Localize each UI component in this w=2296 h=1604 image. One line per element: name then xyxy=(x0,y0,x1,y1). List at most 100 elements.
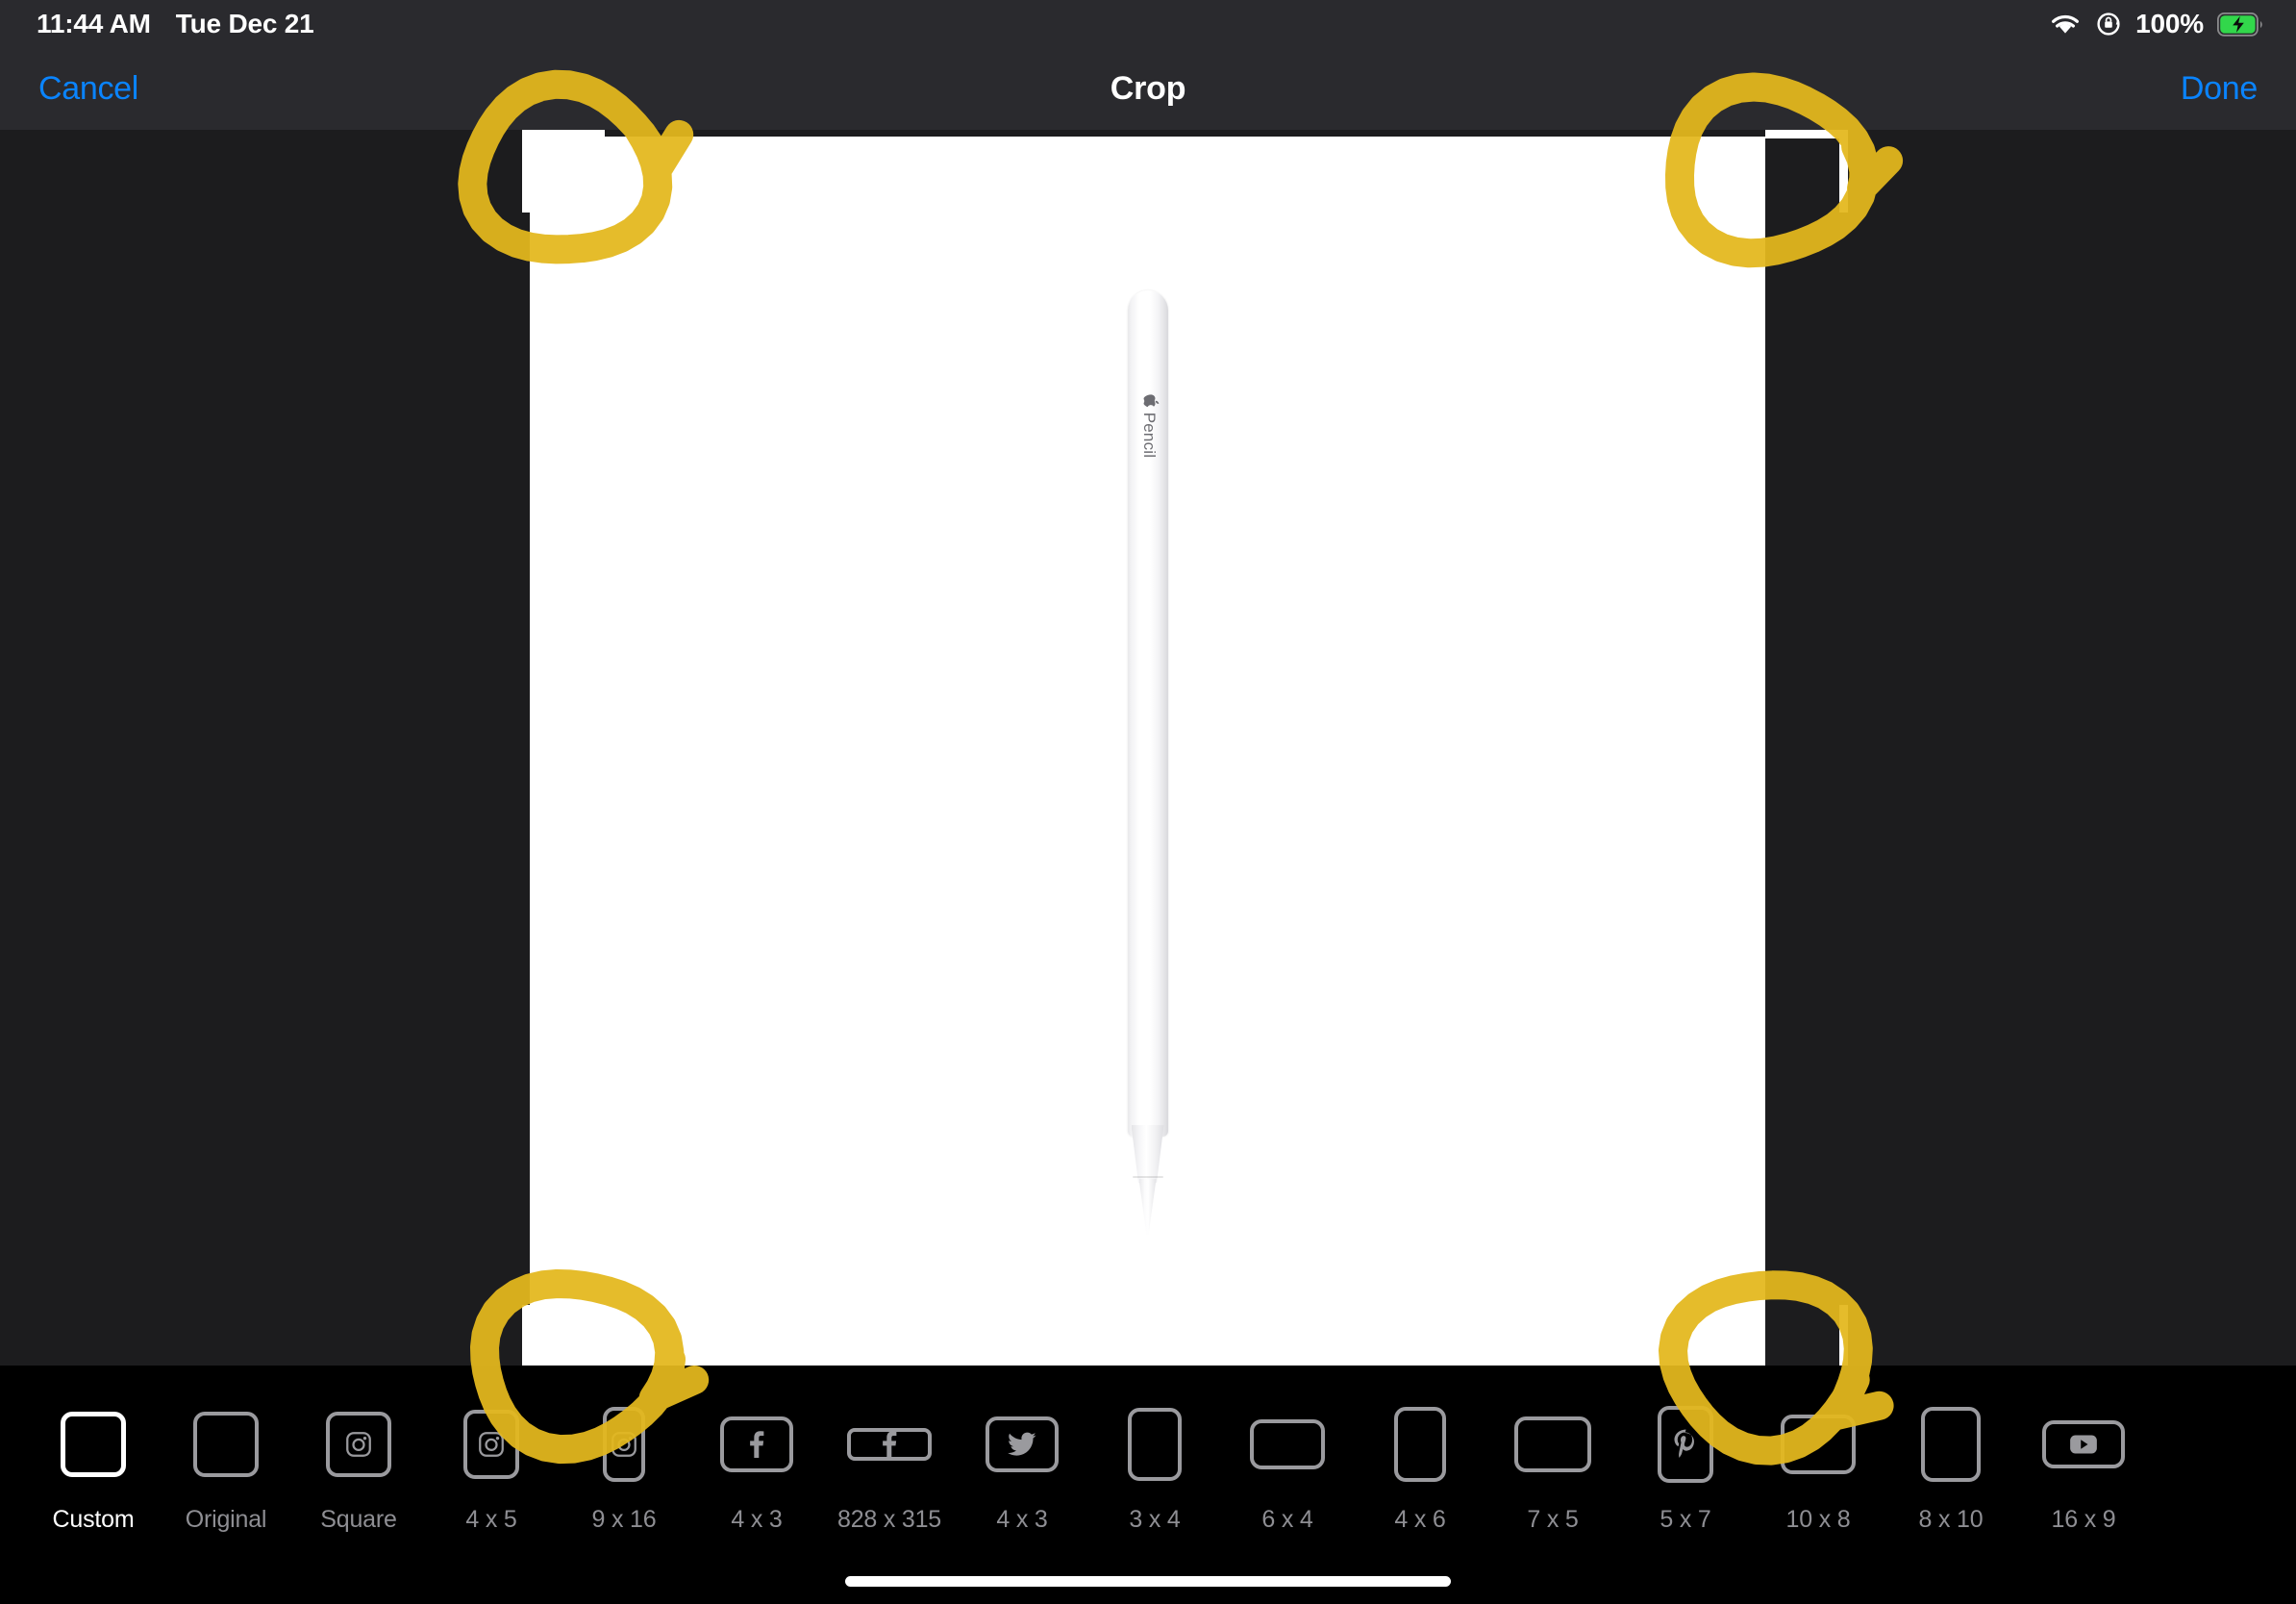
aspect-ratio-thumb-wrap xyxy=(1884,1398,2017,1491)
aspect-ratio-thumb-wrap xyxy=(1221,1398,1354,1491)
aspect-ratio-thumb xyxy=(1394,1407,1446,1482)
pinterest-icon xyxy=(1672,1429,1699,1460)
rotation-lock-icon xyxy=(2095,11,2122,38)
aspect-ratio-thumb xyxy=(1250,1419,1325,1469)
aspect-ratio-label: 8 x 10 xyxy=(1918,1506,1984,1533)
aspect-ratio-thumb-wrap xyxy=(1752,1398,1884,1491)
aspect-ratio-thumb-wrap xyxy=(1088,1398,1221,1491)
aspect-ratio-thumb xyxy=(1781,1415,1856,1474)
aspect-ratio-thumb-wrap xyxy=(292,1398,425,1491)
status-bar-left: 11:44 AM Tue Dec 21 xyxy=(37,9,314,39)
battery-percent-label: 100% xyxy=(2135,9,2204,38)
aspect-ratio-thumb-wrap xyxy=(558,1398,690,1491)
navigation-bar: Cancel Crop Done xyxy=(0,48,2296,130)
aspect-ratio-thumb xyxy=(463,1410,519,1479)
status-time: 11:44 AM xyxy=(37,9,151,38)
aspect-ratio-option-4-x-5[interactable]: 4 x 5 xyxy=(425,1398,558,1534)
aspect-ratio-toolbar[interactable]: Custom Original Square 4 x 5 9 x 16 4 x 3 828 … xyxy=(0,1366,2296,1604)
aspect-ratio-label: 4 x 3 xyxy=(731,1506,783,1533)
cancel-button[interactable]: Cancel xyxy=(38,70,138,108)
pencil-label-text: Pencil xyxy=(1139,412,1159,459)
home-indicator[interactable] xyxy=(845,1576,1451,1587)
done-button[interactable]: Done xyxy=(2181,70,2258,108)
aspect-ratio-thumb xyxy=(603,1407,645,1482)
status-date: Tue Dec 21 xyxy=(175,9,314,38)
aspect-ratio-thumb-wrap xyxy=(160,1398,292,1491)
pencil-engraving: Pencil xyxy=(1138,349,1160,503)
aspect-ratio-option-4-x-6[interactable]: 4 x 6 xyxy=(1354,1398,1486,1534)
aspect-ratio-thumb-wrap xyxy=(1354,1398,1486,1491)
aspect-ratio-label: Original xyxy=(185,1506,267,1533)
crop-handle-top-right[interactable] xyxy=(1757,130,1848,221)
aspect-ratio-thumb xyxy=(1128,1408,1182,1481)
crop-handle-bottom-left[interactable] xyxy=(522,1296,613,1366)
pencil-tip xyxy=(1138,1179,1157,1235)
aspect-ratio-thumb-wrap xyxy=(27,1398,160,1491)
aspect-ratio-option-10-x-8[interactable]: 10 x 8 xyxy=(1752,1398,1884,1534)
aspect-ratio-option-square[interactable]: Square xyxy=(292,1398,425,1534)
crop-handle-bottom-right[interactable] xyxy=(1757,1296,1848,1366)
aspect-ratio-thumb xyxy=(720,1416,793,1472)
aspect-ratio-thumb xyxy=(847,1428,932,1461)
crop-screen: 11:44 AM Tue Dec 21 100% Cancel Crop Don… xyxy=(0,0,2296,1604)
aspect-ratio-label: Square xyxy=(320,1506,397,1533)
instagram-icon xyxy=(344,1430,373,1459)
aspect-ratio-option-7-x-5[interactable]: 7 x 5 xyxy=(1486,1398,1619,1534)
instagram-icon xyxy=(477,1430,506,1459)
aspect-ratio-thumb-wrap xyxy=(823,1398,956,1491)
pencil-neck xyxy=(1131,1125,1164,1183)
aspect-ratio-thumb xyxy=(1658,1406,1713,1483)
aspect-ratio-label: 5 x 7 xyxy=(1660,1506,1711,1533)
apple-logo-icon xyxy=(1138,394,1160,408)
crop-handle-top-right-vertical xyxy=(1839,130,1848,213)
aspect-ratio-label: 7 x 5 xyxy=(1527,1506,1579,1533)
wifi-icon xyxy=(2049,12,2082,37)
aspect-ratio-option-4-x-3[interactable]: 4 x 3 xyxy=(956,1398,1088,1534)
aspect-ratio-option-9-x-16[interactable]: 9 x 16 xyxy=(558,1398,690,1534)
crop-handle-top-left-vertical xyxy=(522,130,531,213)
crop-canvas[interactable]: Pencil xyxy=(0,130,2296,1366)
aspect-ratio-option-4-x-3[interactable]: 4 x 3 xyxy=(690,1398,823,1534)
aspect-ratio-option-5-x-7[interactable]: 5 x 7 xyxy=(1619,1398,1752,1534)
crop-handle-bottom-left-vertical xyxy=(522,1305,531,1366)
aspect-ratio-thumb xyxy=(1514,1416,1591,1472)
apple-pencil-illustration: Pencil xyxy=(1127,290,1168,1235)
crop-handle-top-left-horizontal xyxy=(522,130,605,138)
facebook-icon xyxy=(746,1431,767,1458)
aspect-ratio-label: 4 x 6 xyxy=(1394,1506,1446,1533)
aspect-ratio-option-16-x-9[interactable]: 16 x 9 xyxy=(2017,1398,2150,1534)
aspect-ratio-label: Custom xyxy=(52,1506,135,1533)
aspect-ratio-label: 16 x 9 xyxy=(2051,1506,2116,1533)
status-bar: 11:44 AM Tue Dec 21 100% xyxy=(0,0,2296,48)
aspect-ratio-thumb xyxy=(1921,1407,1981,1482)
aspect-ratio-option-6-x-4[interactable]: 6 x 4 xyxy=(1221,1398,1354,1534)
aspect-ratio-thumb-wrap xyxy=(1486,1398,1619,1491)
aspect-ratio-label: 6 x 4 xyxy=(1261,1506,1313,1533)
aspect-ratio-label: 9 x 16 xyxy=(591,1506,657,1533)
crop-handle-top-left[interactable] xyxy=(522,130,613,221)
aspect-ratio-label: 828 x 315 xyxy=(836,1506,941,1533)
aspect-ratio-option-custom[interactable]: Custom xyxy=(27,1398,160,1534)
aspect-ratio-label: 3 x 4 xyxy=(1129,1506,1181,1533)
crop-handle-top-right-horizontal xyxy=(1765,130,1848,138)
aspect-ratio-thumb-wrap xyxy=(956,1398,1088,1491)
aspect-ratio-thumb-wrap xyxy=(2017,1398,2150,1491)
page-title: Crop xyxy=(1110,70,1186,107)
aspect-ratio-thumb xyxy=(61,1412,126,1477)
youtube-icon xyxy=(2069,1434,2098,1455)
aspect-ratio-thumb-wrap xyxy=(690,1398,823,1491)
aspect-ratio-thumb xyxy=(986,1416,1059,1472)
aspect-ratio-option-8-x-10[interactable]: 8 x 10 xyxy=(1884,1398,2017,1534)
status-bar-right: 100% xyxy=(2049,9,2263,39)
aspect-ratio-label: 10 x 8 xyxy=(1785,1506,1851,1533)
aspect-ratio-thumb xyxy=(326,1412,391,1477)
aspect-ratio-thumb xyxy=(2042,1420,2125,1468)
twitter-icon xyxy=(1008,1432,1036,1457)
facebook-icon xyxy=(879,1431,900,1458)
aspect-ratio-option-original[interactable]: Original xyxy=(160,1398,292,1534)
crop-handle-bottom-right-vertical xyxy=(1839,1305,1848,1366)
aspect-ratio-thumb-wrap xyxy=(1619,1398,1752,1491)
photo-image[interactable]: Pencil xyxy=(530,137,1765,1366)
aspect-ratio-option-828-x-315[interactable]: 828 x 315 xyxy=(823,1398,956,1534)
aspect-ratio-option-3-x-4[interactable]: 3 x 4 xyxy=(1088,1398,1221,1534)
